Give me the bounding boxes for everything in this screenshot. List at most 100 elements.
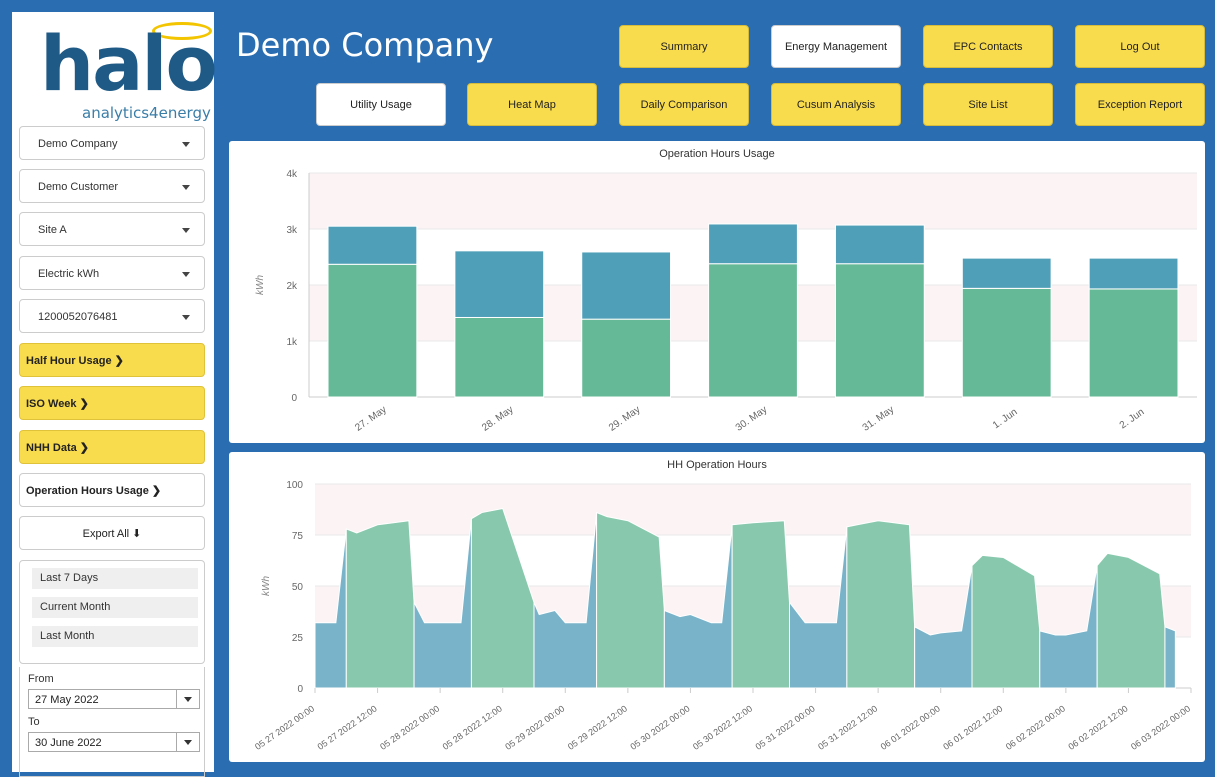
tab-heat-map[interactable]: Heat Map (467, 83, 597, 126)
bar-segment (581, 251, 672, 320)
customer-select-value: Demo Customer (38, 181, 119, 193)
chevron-down-icon[interactable] (176, 690, 199, 708)
y-tick-label: 25 (292, 633, 304, 644)
x-tick-label: 05 29 2022 12:00 (566, 703, 629, 751)
hh-operation-hours-chart: 0 25 50 75 100 kWh 05 27 2022 00:00 05 27 2022 … (253, 480, 1192, 752)
to-date-input[interactable]: 30 June 2022 (28, 732, 200, 752)
bar-segment (1088, 288, 1179, 398)
operating-area (971, 554, 1041, 689)
from-label: From (28, 673, 54, 685)
bar-segment (834, 224, 925, 265)
plot-band (309, 173, 1197, 229)
utility-select[interactable]: Electric kWh (19, 256, 205, 290)
meter-select-value: 1200052076481 (38, 311, 118, 323)
x-tick-label: 06 01 2022 12:00 (941, 703, 1004, 751)
x-tick-label: 06 02 2022 00:00 (1004, 703, 1067, 751)
date-range-presets: Last 7 Days Current Month Last Month (19, 560, 205, 664)
y-tick-label: 0 (291, 393, 297, 404)
tab-exception-report[interactable]: Exception Report (1075, 83, 1205, 126)
y-tick-label: 75 (292, 531, 304, 542)
range-last-7-days[interactable]: Last 7 Days (32, 568, 198, 589)
tab-utility-usage[interactable]: Utility Usage (316, 83, 446, 126)
y-tick-label: 4k (286, 169, 298, 180)
y-tick-label: 1k (286, 337, 298, 348)
tab-daily-comparison[interactable]: Daily Comparison (619, 83, 749, 126)
operation-hours-usage-panel: Operation Hours Usage 0 1k 2k 3k 4k kWh 27. Ma… (229, 141, 1205, 443)
nav-epc-contacts[interactable]: EPC Contacts (923, 25, 1053, 68)
site-select[interactable]: Site A (19, 212, 205, 246)
bar-segment (454, 316, 545, 398)
operating-area (846, 520, 916, 689)
operation-hours-usage-button[interactable]: Operation Hours Usage ❯ (19, 473, 205, 507)
from-date-value: 27 May 2022 (35, 694, 99, 706)
iso-week-button[interactable]: ISO Week ❯ (19, 386, 205, 420)
x-tick-label: 05 31 2022 12:00 (816, 703, 879, 751)
x-tick-label: 05 29 2022 00:00 (503, 703, 566, 751)
nav-energy-management[interactable]: Energy Management (771, 25, 901, 68)
customer-select[interactable]: Demo Customer (19, 169, 205, 203)
nav-log-out[interactable]: Log Out (1075, 25, 1205, 68)
chevron-down-icon (182, 228, 190, 233)
company-select[interactable]: Demo Company (19, 126, 205, 160)
nhh-data-button[interactable]: NHH Data ❯ (19, 430, 205, 464)
bar-segment (581, 318, 672, 398)
bar-segment (454, 250, 545, 318)
x-tick-label: 05 30 2022 12:00 (691, 703, 754, 751)
bar-segment (961, 287, 1052, 398)
operating-area (596, 511, 665, 689)
operating-area (345, 520, 415, 689)
bar-segment (961, 257, 1052, 289)
x-tick-label: 31. May (861, 404, 896, 433)
from-date-input[interactable]: 27 May 2022 (28, 689, 200, 709)
non-operating-area (1164, 626, 1176, 689)
x-tick-label: 28. May (480, 404, 515, 433)
chevron-down-icon (182, 272, 190, 277)
x-tick-label: 06 03 2022 00:00 (1129, 703, 1192, 751)
to-date-value: 30 June 2022 (35, 737, 102, 749)
tab-cusum-analysis[interactable]: Cusum Analysis (771, 83, 901, 126)
to-label: To (28, 716, 40, 728)
halo-logo: halo analytics4energy (30, 20, 218, 130)
x-tick-label: 27. May (353, 404, 388, 433)
chevron-down-icon[interactable] (176, 733, 199, 751)
bar-segment (708, 263, 798, 398)
tab-site-list[interactable]: Site List (923, 83, 1053, 126)
y-tick-label: 100 (286, 480, 303, 491)
date-picker-panel: From 27 May 2022 To 30 June 2022 (19, 667, 205, 777)
y-tick-label: 50 (292, 582, 304, 593)
y-tick-label: 2k (286, 281, 298, 292)
chevron-down-icon (182, 315, 190, 320)
company-select-value: Demo Company (38, 138, 118, 150)
hh-operation-hours-panel: HH Operation Hours 0 25 50 75 100 kWh 05 27 20… (229, 452, 1205, 762)
x-tick-label: 05 28 2022 12:00 (441, 703, 504, 751)
x-tick-label: 1. Jun (991, 407, 1020, 432)
x-tick-label: 05 27 2022 00:00 (253, 703, 316, 751)
nav-summary[interactable]: Summary (619, 25, 749, 68)
y-tick-label: 0 (297, 684, 303, 695)
x-tick-label: 05 28 2022 00:00 (378, 703, 441, 751)
bar-segment (327, 263, 418, 398)
site-select-value: Site A (38, 224, 67, 236)
x-tick-label: 05 31 2022 00:00 (754, 703, 817, 751)
meter-select[interactable]: 1200052076481 (19, 299, 205, 333)
logo-tagline: analytics4energy (82, 104, 211, 122)
range-current-month[interactable]: Current Month (32, 597, 198, 618)
x-tick-label: 06 02 2022 12:00 (1066, 703, 1129, 751)
y-tick-label: 3k (286, 225, 298, 236)
sidebar: halo analytics4energy Demo Company Demo … (12, 12, 218, 777)
export-all-button[interactable]: Export All ⬇ (19, 516, 205, 550)
utility-select-value: Electric kWh (38, 268, 100, 280)
x-tick-label: 05 27 2022 12:00 (316, 703, 379, 751)
x-tick-label: 06 01 2022 00:00 (879, 703, 942, 751)
range-last-month[interactable]: Last Month (32, 626, 198, 647)
y-axis-title: kWh (255, 275, 266, 295)
operating-area (1096, 552, 1166, 689)
x-tick-label: 2. Jun (1118, 407, 1147, 432)
operation-hours-usage-chart: 0 1k 2k 3k 4k kWh 27. May 28. May 29. May 30. May… (255, 169, 1197, 434)
page-title: Demo Company (236, 26, 494, 64)
x-tick-label: 30. May (734, 404, 769, 433)
bar-segment (834, 263, 925, 398)
bar-segment (327, 225, 418, 265)
chevron-down-icon (182, 142, 190, 147)
half-hour-usage-button[interactable]: Half Hour Usage ❯ (19, 343, 205, 377)
